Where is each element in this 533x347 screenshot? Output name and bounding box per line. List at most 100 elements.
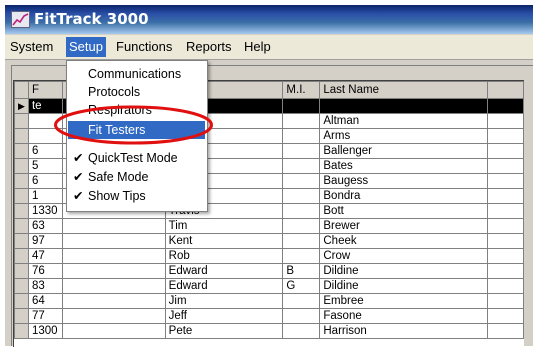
cell-extra[interactable]	[487, 203, 524, 219]
cell-extra[interactable]	[487, 128, 524, 144]
cell-extra[interactable]	[487, 248, 524, 264]
cell-mi[interactable]	[282, 323, 321, 339]
cell-id[interactable]: 77	[27, 308, 63, 324]
cell-last-name[interactable]: Altman	[319, 113, 489, 129]
table-row[interactable]: 77 Jeff Fasone	[14, 308, 524, 324]
cell-first-name[interactable]: Rob	[164, 248, 284, 264]
row-indicator[interactable]	[14, 158, 29, 174]
cell-blank[interactable]	[61, 263, 166, 279]
table-row[interactable]: 63 Tim Brewer	[14, 218, 524, 234]
cell-extra[interactable]	[487, 98, 524, 114]
cell-last-name[interactable]: Bott	[319, 203, 489, 219]
cell-blank[interactable]	[61, 308, 166, 324]
menu-help[interactable]: Help	[241, 39, 274, 54]
row-indicator[interactable]	[14, 293, 29, 309]
cell-mi[interactable]: B	[282, 263, 321, 279]
cell-id[interactable]: 1	[27, 188, 63, 204]
row-indicator[interactable]	[14, 248, 29, 264]
table-row[interactable]: 97 Kent Cheek	[14, 233, 524, 249]
row-indicator[interactable]	[14, 278, 29, 294]
cell-mi[interactable]	[282, 308, 321, 324]
cell-mi[interactable]	[282, 233, 321, 249]
cell-blank[interactable]	[61, 218, 166, 234]
menu-item-communications[interactable]: Communications	[68, 65, 205, 83]
row-indicator[interactable]	[14, 128, 29, 144]
cell-last-name[interactable]: Fasone	[319, 308, 489, 324]
menu-system[interactable]: System	[7, 39, 56, 54]
menu-item-protocols[interactable]: Protocols	[68, 83, 205, 101]
menu-item-safe-mode[interactable]: ✔ Safe Mode	[68, 168, 205, 186]
cell-last-name[interactable]: Brewer	[319, 218, 489, 234]
cell-extra[interactable]	[487, 173, 524, 189]
cell-extra[interactable]	[487, 323, 524, 339]
cell-id[interactable]: 76	[27, 263, 63, 279]
cell-last-name[interactable]: Harrison	[319, 323, 489, 339]
cell-mi[interactable]	[282, 188, 321, 204]
cell-id[interactable]: 6	[27, 173, 63, 189]
cell-mi[interactable]	[282, 203, 321, 219]
cell-last-name[interactable]: Bates	[319, 158, 489, 174]
column-header-extra[interactable]	[487, 81, 524, 99]
cell-extra[interactable]	[487, 218, 524, 234]
row-indicator[interactable]	[14, 113, 29, 129]
table-row[interactable]: 64 Jim Embree	[14, 293, 524, 309]
title-bar[interactable]: FitTrack 3000	[5, 5, 533, 34]
cell-id[interactable]: 47	[27, 248, 63, 264]
cell-id[interactable]: 63	[27, 218, 63, 234]
row-indicator[interactable]	[14, 263, 29, 279]
cell-last-name[interactable]: Dildine	[319, 263, 489, 279]
cell-last-name[interactable]: Embree	[319, 293, 489, 309]
row-indicator[interactable]	[14, 188, 29, 204]
cell-first-name[interactable]: Edward	[164, 278, 284, 294]
cell-mi[interactable]: G	[282, 278, 321, 294]
cell-id[interactable]: 64	[27, 293, 63, 309]
row-indicator[interactable]: ▶	[14, 98, 29, 114]
cell-last-name[interactable]: Baugess	[319, 173, 489, 189]
row-indicator[interactable]	[14, 173, 29, 189]
row-indicator[interactable]	[14, 143, 29, 159]
cell-last-name[interactable]	[319, 98, 489, 114]
cell-id[interactable]: 1330	[27, 203, 63, 219]
cell-last-name[interactable]: Arms	[319, 128, 489, 144]
cell-extra[interactable]	[487, 113, 524, 129]
cell-last-name[interactable]: Cheek	[319, 233, 489, 249]
cell-blank[interactable]	[61, 248, 166, 264]
cell-blank[interactable]	[61, 233, 166, 249]
cell-id[interactable]: 97	[27, 233, 63, 249]
cell-mi[interactable]	[282, 113, 321, 129]
row-indicator[interactable]	[14, 308, 29, 324]
cell-mi[interactable]	[282, 98, 321, 114]
cell-id[interactable]: 5	[27, 158, 63, 174]
cell-extra[interactable]	[487, 158, 524, 174]
menu-item-show-tips[interactable]: ✔ Show Tips	[68, 187, 205, 205]
row-indicator[interactable]	[14, 323, 29, 339]
cell-extra[interactable]	[487, 233, 524, 249]
cell-first-name[interactable]: Jim	[164, 293, 284, 309]
row-indicator[interactable]	[14, 233, 29, 249]
cell-last-name[interactable]: Crow	[319, 248, 489, 264]
cell-id[interactable]: 1300	[27, 323, 63, 339]
cell-blank[interactable]	[61, 323, 166, 339]
cell-last-name[interactable]: Bondra	[319, 188, 489, 204]
cell-blank[interactable]	[61, 278, 166, 294]
cell-extra[interactable]	[487, 143, 524, 159]
menu-setup[interactable]: Setup	[66, 37, 106, 57]
cell-last-name[interactable]: Dildine	[319, 278, 489, 294]
cell-last-name[interactable]: Ballenger	[319, 143, 489, 159]
cell-first-name[interactable]: Kent	[164, 233, 284, 249]
column-header-last-name[interactable]: Last Name	[319, 81, 489, 99]
menu-reports[interactable]: Reports	[183, 39, 235, 54]
cell-id[interactable]: 83	[27, 278, 63, 294]
menu-functions[interactable]: Functions	[113, 39, 175, 54]
table-row[interactable]: 83 Edward G Dildine	[14, 278, 524, 294]
cell-mi[interactable]	[282, 128, 321, 144]
cell-mi[interactable]	[282, 248, 321, 264]
cell-extra[interactable]	[487, 293, 524, 309]
cell-mi[interactable]	[282, 143, 321, 159]
cell-mi[interactable]	[282, 158, 321, 174]
cell-extra[interactable]	[487, 308, 524, 324]
cell-first-name[interactable]: Pete	[164, 323, 284, 339]
column-header-mi[interactable]: M.I.	[282, 81, 321, 99]
table-row[interactable]: 1300 Pete Harrison	[14, 323, 524, 339]
cell-mi[interactable]	[282, 218, 321, 234]
